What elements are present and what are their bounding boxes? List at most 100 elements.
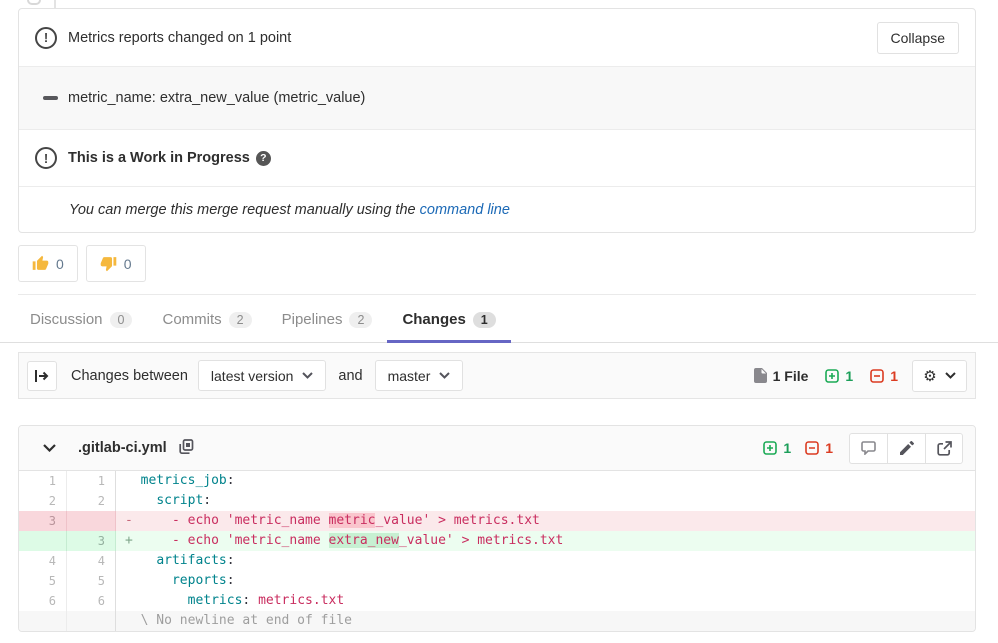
edit-file-button[interactable] <box>887 433 925 464</box>
award-buttons: 0 0 <box>18 245 146 282</box>
new-line-number[interactable]: 1 <box>67 471 116 491</box>
metric-detail-text: metric_name: extra_new_value (metric_val… <box>68 90 365 106</box>
and-label: and <box>338 368 362 384</box>
old-line-number[interactable]: 5 <box>19 571 67 591</box>
exclamation-circle-icon: ! <box>35 147 57 169</box>
tab-label: Commits <box>162 311 221 328</box>
tab-label: Changes <box>402 311 465 328</box>
dash-icon <box>43 96 58 100</box>
minus-square-icon <box>870 369 884 383</box>
collapse-button[interactable]: Collapse <box>877 22 959 54</box>
exclamation-circle-icon: ! <box>35 27 57 49</box>
wip-title: This is a Work in Progress <box>68 150 250 166</box>
file-removed-count: 1 <box>805 440 833 456</box>
diff-file-name[interactable]: .gitlab-ci.yml <box>78 440 167 456</box>
new-line-number[interactable] <box>67 511 116 531</box>
tab-count-badge: 1 <box>473 312 496 328</box>
removed-lines-count: 1 <box>870 368 898 384</box>
comment-icon <box>861 441 876 455</box>
old-line-number[interactable] <box>19 531 67 551</box>
mr-tabs: Discussion0Commits2Pipelines2Changes1 <box>0 296 998 343</box>
tab-commits[interactable]: Commits 2 <box>147 298 266 343</box>
diff-file-card: .gitlab-ci.yml 1 1 11 <box>18 425 976 632</box>
metrics-report-row: ! Metrics reports changed on 1 point Col… <box>19 9 975 66</box>
diff-row: 3 - - echo 'metric_name metric_value' > m… <box>19 511 975 531</box>
diff-table: 11 metrics_job:22 script:3- - echo 'metr… <box>19 471 975 631</box>
diff-file-header: .gitlab-ci.yml 1 1 <box>19 426 975 471</box>
copy-icon <box>179 439 194 455</box>
copy-path-button[interactable] <box>177 437 196 460</box>
section-divider <box>18 294 976 295</box>
timeline-connector <box>54 0 56 8</box>
toggle-comments-button[interactable] <box>849 433 887 464</box>
new-line-number[interactable]: 5 <box>67 571 116 591</box>
tab-changes[interactable]: Changes 1 <box>387 298 510 343</box>
thumbs-up-icon <box>32 255 49 272</box>
diff-line-content: metrics_job: <box>116 471 975 491</box>
changes-between-label: Changes between <box>71 368 188 384</box>
tab-count-badge: 2 <box>229 312 252 328</box>
old-line-number[interactable]: 6 <box>19 591 67 611</box>
timeline-icon-remnant <box>27 0 41 5</box>
old-line-number[interactable]: 1 <box>19 471 67 491</box>
diff-stats: 1 File 1 1 <box>754 368 898 384</box>
old-line-number[interactable] <box>19 611 67 631</box>
file-icon <box>754 368 767 383</box>
diff-line-content: \ No newline at end of file <box>116 611 975 631</box>
thumbs-up-count: 0 <box>56 256 64 272</box>
help-question-icon[interactable]: ? <box>256 151 271 166</box>
chevron-down-icon <box>302 372 313 379</box>
new-line-number[interactable] <box>67 611 116 631</box>
thumbs-down-icon <box>100 255 117 272</box>
chevron-down-icon <box>439 372 450 379</box>
diff-row: 44 artifacts: <box>19 551 975 571</box>
tab-count-badge: 2 <box>349 312 372 328</box>
wip-row: ! This is a Work in Progress ? <box>19 130 975 186</box>
diff-row: \ No newline at end of file <box>19 611 975 631</box>
new-line-number[interactable]: 2 <box>67 491 116 511</box>
diff-row: 55 reports: <box>19 571 975 591</box>
diff-line-content: - - echo 'metric_name metric_value' > me… <box>116 511 975 531</box>
tab-label: Discussion <box>30 311 103 328</box>
file-diff-stats: 1 1 <box>763 440 833 456</box>
command-line-link[interactable]: command line <box>420 202 510 218</box>
changes-compare-bar: Changes between latest version and maste… <box>18 352 976 399</box>
new-line-number[interactable]: 6 <box>67 591 116 611</box>
old-line-number[interactable]: 3 <box>19 511 67 531</box>
expand-sidebar-icon <box>34 369 50 383</box>
diff-settings-button[interactable]: ⚙ <box>912 360 967 392</box>
diff-row: 22 script: <box>19 491 975 511</box>
file-tree-toggle-button[interactable] <box>27 361 57 391</box>
minus-square-icon <box>805 441 819 455</box>
view-file-button[interactable] <box>925 433 963 464</box>
metrics-report-title: Metrics reports changed on 1 point <box>68 30 291 46</box>
version-to-dropdown[interactable]: master <box>375 360 464 391</box>
file-added-count: 1 <box>763 440 791 456</box>
metrics-detail-row: metric_name: extra_new_value (metric_val… <box>19 66 975 130</box>
diff-row: 3+ - echo 'metric_name extra_new_value' … <box>19 531 975 551</box>
diff-row: 11 metrics_job: <box>19 471 975 491</box>
collapse-file-chevron-icon[interactable] <box>43 444 56 452</box>
thumbs-down-button[interactable]: 0 <box>86 245 146 282</box>
diff-row: 66 metrics: metrics.txt <box>19 591 975 611</box>
old-line-number[interactable]: 2 <box>19 491 67 511</box>
diff-line-content: metrics: metrics.txt <box>116 591 975 611</box>
new-line-number[interactable]: 4 <box>67 551 116 571</box>
thumbs-down-count: 0 <box>124 256 132 272</box>
merge-help-text: You can merge this merge request manuall… <box>69 202 510 218</box>
gear-icon: ⚙ <box>923 367 936 385</box>
tab-discussion[interactable]: Discussion0 <box>15 298 147 343</box>
version-from-dropdown[interactable]: latest version <box>198 360 326 391</box>
added-lines-count: 1 <box>825 368 853 384</box>
thumbs-up-button[interactable]: 0 <box>18 245 78 282</box>
new-line-number[interactable]: 3 <box>67 531 116 551</box>
diff-line-content: script: <box>116 491 975 511</box>
plus-square-icon <box>825 369 839 383</box>
mr-widget-card: ! Metrics reports changed on 1 point Col… <box>18 8 976 233</box>
chevron-down-icon <box>945 372 956 379</box>
external-link-icon <box>937 441 952 456</box>
pencil-icon <box>900 441 914 455</box>
tab-pipelines[interactable]: Pipelines2 <box>267 298 388 343</box>
merge-help-row: You can merge this merge request manuall… <box>19 186 975 232</box>
old-line-number[interactable]: 4 <box>19 551 67 571</box>
